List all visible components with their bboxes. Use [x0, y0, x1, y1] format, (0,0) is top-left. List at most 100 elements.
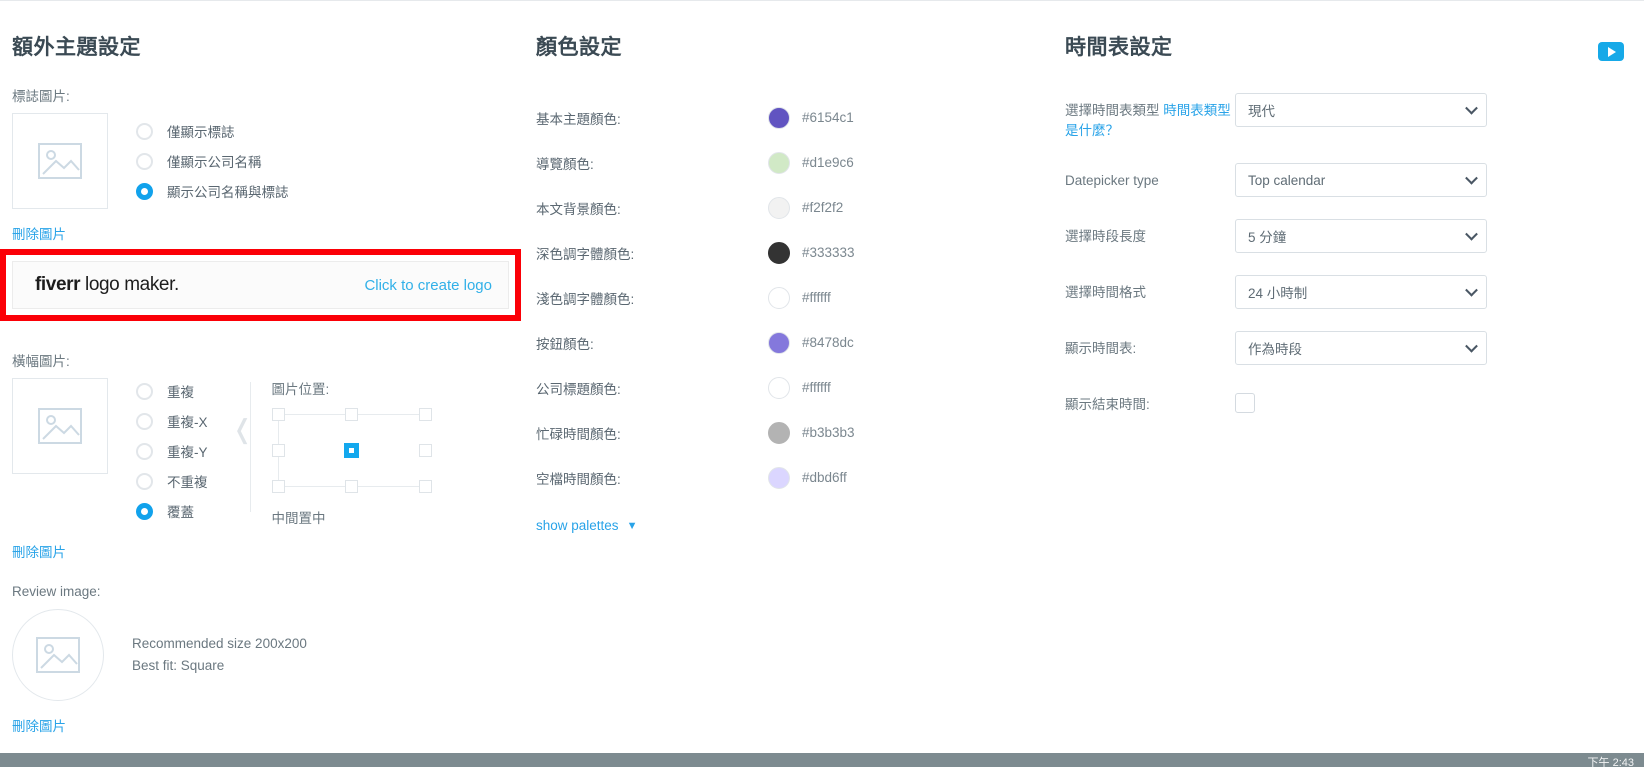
- caret-left-icon: ❬: [231, 414, 254, 444]
- logo-option-name-and-logo[interactable]: 顯示公司名稱與標誌: [136, 176, 289, 206]
- position-handle-middle-center[interactable]: [343, 443, 359, 458]
- position-grid[interactable]: [271, 408, 432, 493]
- form-row-display-schedule: 顯示時間表: 作為時段: [1065, 331, 1535, 365]
- position-handle-top-right[interactable]: [418, 408, 432, 421]
- position-handle-bottom-right[interactable]: [418, 480, 432, 493]
- status-bar: 下午 2:43: [0, 753, 1644, 767]
- logo-option-logo-only[interactable]: 僅顯示標誌: [136, 116, 289, 146]
- status-bar-time: 下午 2:43: [1587, 757, 1634, 767]
- vertical-divider: [249, 382, 251, 512]
- theme-settings-column: 額外主題設定 標誌圖片: 僅顯示標誌 僅顯示公司名稱 顯示公司名稱與標誌 刪除圖…: [12, 1, 532, 736]
- logo-option-name-only[interactable]: 僅顯示公司名稱: [136, 146, 289, 176]
- create-logo-link[interactable]: Click to create logo: [364, 277, 492, 294]
- color-swatch[interactable]: [768, 196, 790, 219]
- banner-option-repeat-x[interactable]: 重複-X: [136, 406, 208, 436]
- color-hex: #ffffff: [802, 290, 831, 305]
- logo-image-placeholder[interactable]: [12, 113, 108, 209]
- radio-label: 僅顯示標誌: [167, 125, 235, 140]
- color-row-primary-theme: 基本主題顏色: #6154c1: [536, 95, 1036, 140]
- color-hex: #6154c1: [802, 110, 854, 125]
- fiverr-logo-maker-banner[interactable]: fiverr logo maker. Click to create logo: [12, 261, 509, 309]
- image-placeholder-icon: [36, 637, 80, 673]
- color-swatch[interactable]: [768, 151, 790, 174]
- schedule-settings-column: 時間表設定 選擇時間表類型 時間表類型是什麼？ 現代 Datepicker ty…: [1065, 1, 1535, 437]
- chevron-down-icon: [1465, 339, 1478, 353]
- color-hex: #f2f2f2: [802, 200, 844, 215]
- review-image-placeholder[interactable]: [12, 609, 104, 701]
- delete-logo-image-link[interactable]: 刪除圖片: [12, 223, 66, 243]
- settings-page: 額外主題設定 標誌圖片: 僅顯示標誌 僅顯示公司名稱 顯示公司名稱與標誌 刪除圖…: [0, 0, 1644, 767]
- review-image-label: Review image:: [12, 584, 101, 599]
- radio-icon: [136, 442, 153, 460]
- image-position-picker: ❬ 圖片位置: 中間置中: [232, 378, 432, 527]
- color-label: 按鈕顏色:: [536, 336, 594, 352]
- datepicker-type-select[interactable]: Top calendar: [1235, 163, 1487, 197]
- radio-icon: [136, 412, 153, 430]
- color-swatch[interactable]: [768, 466, 790, 489]
- time-format-select[interactable]: 24 小時制: [1235, 275, 1487, 309]
- schedule-type-value: 現代: [1248, 104, 1275, 119]
- datepicker-type-value: Top calendar: [1248, 172, 1326, 188]
- position-handle-bottom-left[interactable]: [271, 480, 285, 493]
- color-row-body-background: 本文背景顏色: #f2f2f2: [536, 185, 1036, 230]
- color-row-navigation: 導覽顏色: #d1e9c6: [536, 140, 1036, 185]
- chevron-down-icon: [1465, 171, 1478, 185]
- color-settings-title: 顏色設定: [536, 36, 622, 59]
- radio-label: 重複: [167, 385, 194, 400]
- form-row-time-format: 選擇時間格式 24 小時制: [1065, 275, 1535, 309]
- display-schedule-value: 作為時段: [1248, 342, 1302, 357]
- color-label: 深色調字體顏色:: [536, 246, 635, 262]
- radio-icon: [136, 382, 153, 400]
- position-handle-middle-right[interactable]: [418, 444, 432, 457]
- banner-option-no-repeat[interactable]: 不重複: [136, 466, 208, 496]
- position-handle-middle-left[interactable]: [271, 444, 285, 457]
- image-position-value: 中間置中: [271, 511, 326, 526]
- color-swatch[interactable]: [768, 106, 790, 129]
- position-handle-top-left[interactable]: [271, 408, 285, 421]
- image-placeholder-icon: [38, 143, 82, 179]
- show-palettes-link[interactable]: show palettes ▼: [536, 518, 637, 533]
- color-hex: #dbd6ff: [802, 470, 847, 485]
- page-title: 額外主題設定: [12, 36, 141, 59]
- color-swatch[interactable]: [768, 331, 790, 354]
- banner-image-placeholder[interactable]: [12, 378, 108, 474]
- color-label: 忙碌時間顏色:: [536, 426, 621, 442]
- color-hex: #8478dc: [802, 335, 854, 350]
- slot-length-select[interactable]: 5 分鐘: [1235, 219, 1487, 253]
- radio-label: 覆蓋: [167, 505, 194, 520]
- display-schedule-select[interactable]: 作為時段: [1235, 331, 1487, 365]
- schedule-type-select[interactable]: 現代: [1235, 93, 1487, 127]
- color-hex: #ffffff: [802, 380, 831, 395]
- color-hex: #d1e9c6: [802, 155, 854, 170]
- color-swatch[interactable]: [768, 376, 790, 399]
- schedule-type-label: 選擇時間表類型 時間表類型是什麼？: [1065, 93, 1235, 141]
- banner-option-repeat-y[interactable]: 重複-Y: [136, 436, 208, 466]
- radio-icon: [136, 122, 153, 140]
- show-end-time-checkbox[interactable]: [1235, 393, 1255, 413]
- show-palettes-label: show palettes: [536, 518, 619, 533]
- banner-option-repeat[interactable]: 重複: [136, 376, 208, 406]
- fiverr-logo-maker-text: logo maker.: [80, 274, 179, 295]
- position-handle-top-center[interactable]: [344, 408, 358, 421]
- color-row-dark-font: 深色調字體顏色: #333333: [536, 230, 1036, 275]
- video-tutorial-button[interactable]: [1598, 42, 1624, 61]
- color-swatch[interactable]: [768, 421, 790, 444]
- color-row-free-time: 空檔時間顏色: #dbd6ff: [536, 455, 1036, 500]
- position-handle-bottom-center[interactable]: [344, 480, 358, 493]
- radio-checked-icon: [136, 182, 153, 200]
- color-label: 基本主題顏色:: [536, 111, 621, 127]
- banner-option-cover[interactable]: 覆蓋: [136, 496, 208, 526]
- time-format-label: 選擇時間格式: [1065, 285, 1146, 300]
- color-swatch[interactable]: [768, 286, 790, 309]
- radio-label: 重複-Y: [167, 445, 208, 460]
- delete-banner-image-link[interactable]: 刪除圖片: [12, 541, 66, 561]
- delete-review-image-link[interactable]: 刪除圖片: [12, 715, 66, 735]
- schedule-type-label-text: 選擇時間表類型: [1065, 103, 1164, 118]
- chevron-down-icon: [1465, 283, 1478, 297]
- chevron-down-icon: ▼: [626, 519, 638, 532]
- color-row-company-title: 公司標題顏色: #ffffff: [536, 365, 1036, 410]
- color-swatch[interactable]: [768, 241, 790, 264]
- banner-image-label: 橫幅圖片:: [12, 354, 70, 369]
- color-settings-column: 顏色設定 基本主題顏色: #6154c1 導覽顏色: #d1e9c6 本文背景顏…: [536, 1, 1036, 535]
- image-placeholder-icon: [38, 408, 82, 444]
